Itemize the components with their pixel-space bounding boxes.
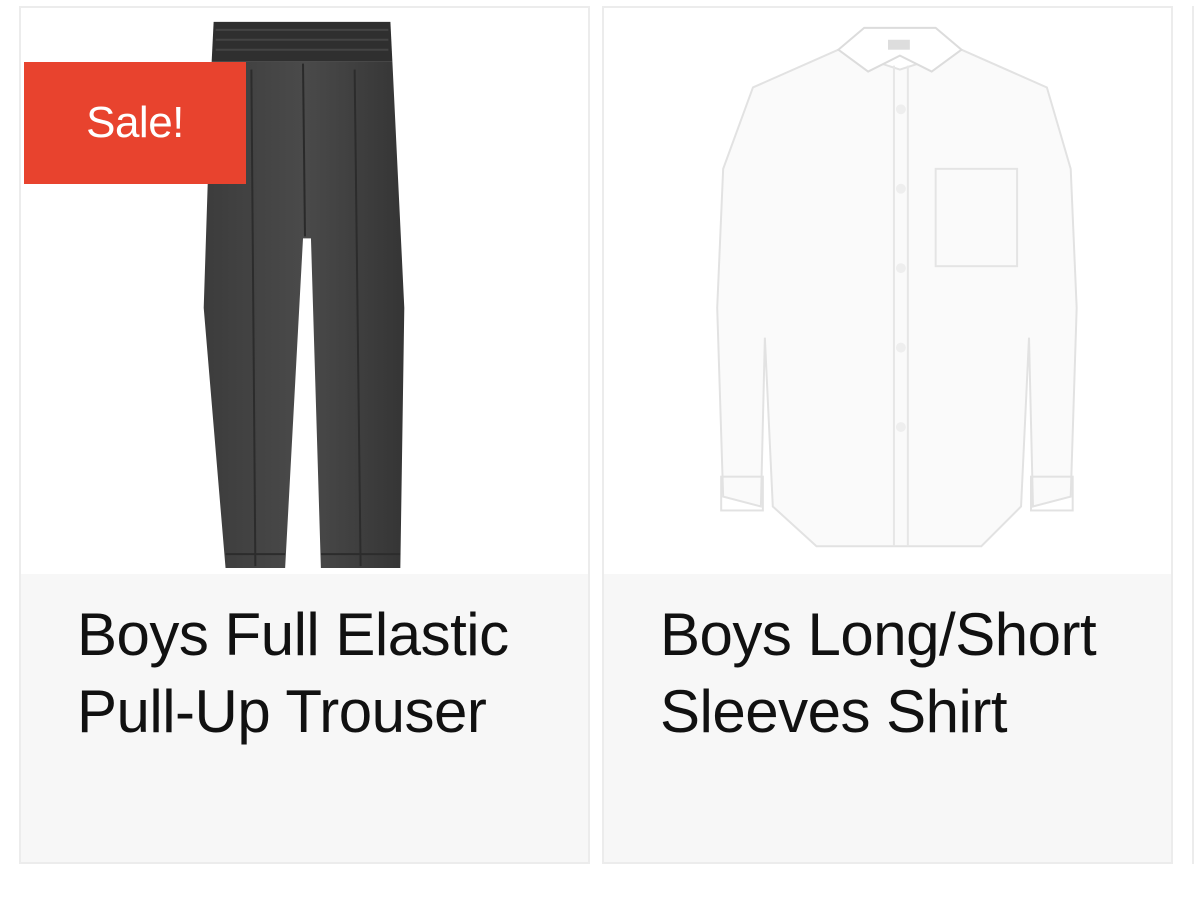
product-grid: Sale! Boys Full Elastic Pull-Up Trouser <box>0 0 1200 900</box>
white-shirt-image <box>716 26 1078 548</box>
product-image-trousers[interactable]: Sale! <box>21 8 588 574</box>
product-card-shirt[interactable]: Boys Long/Short Sleeves Shirt <box>602 6 1173 864</box>
product-image-shirt[interactable] <box>604 8 1171 574</box>
product-title-area: Boys Full Elastic Pull-Up Trouser <box>21 574 588 862</box>
next-product-card-edge <box>1192 6 1200 864</box>
sale-badge: Sale! <box>24 62 246 184</box>
product-title-shirt[interactable]: Boys Long/Short Sleeves Shirt <box>660 596 1130 750</box>
product-card-trousers[interactable]: Sale! Boys Full Elastic Pull-Up Trouser <box>19 6 590 864</box>
product-title-trousers[interactable]: Boys Full Elastic Pull-Up Trouser <box>77 596 547 750</box>
product-title-area: Boys Long/Short Sleeves Shirt <box>604 574 1171 862</box>
